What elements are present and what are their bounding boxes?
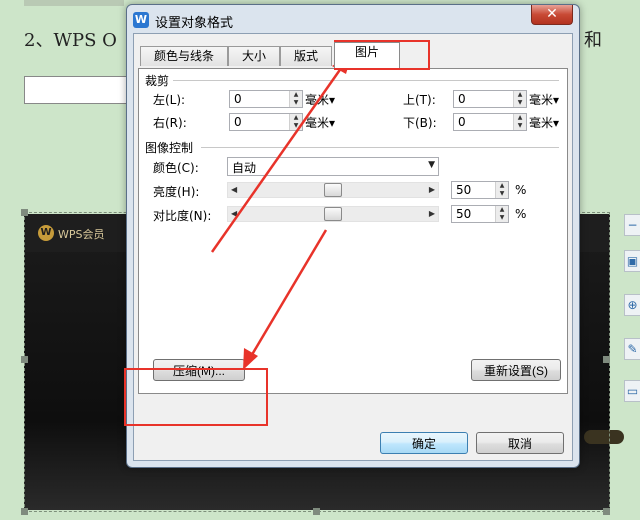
arrow-to-picture-tab <box>210 63 346 253</box>
arrow-to-compress <box>248 229 328 359</box>
arrow-head-compress <box>243 348 258 370</box>
annotation-arrows <box>210 54 352 370</box>
tab-picture[interactable]: 图片 <box>334 42 400 68</box>
